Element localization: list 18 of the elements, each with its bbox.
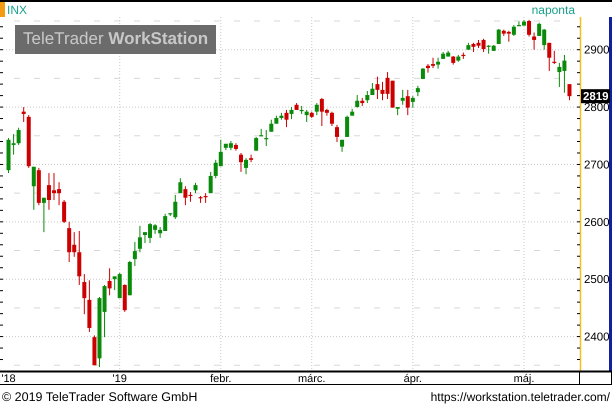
y-axis-label: 2900: [584, 44, 610, 57]
symbol-label: INX: [7, 2, 28, 16]
url-link[interactable]: https://workstation.teletrader.com/: [430, 390, 610, 404]
y-axis-label: 2800: [584, 102, 610, 114]
x-axis-label: márc.: [298, 373, 326, 385]
symbol-marker: [0, 2, 5, 17]
copyright-text: © 2019 TeleTrader Software GmbH: [2, 390, 198, 404]
logo: TeleTrader WorkStation: [15, 25, 216, 54]
x-axis-label: máj.: [514, 373, 534, 385]
x-axis-label: '19: [112, 373, 127, 385]
y-axis-label: 2500: [584, 274, 610, 286]
x-axis-label: '18: [1, 373, 16, 385]
last-price-tag: 2819: [581, 89, 610, 104]
y-axis-label: 2600: [584, 216, 610, 229]
y-axis-label: 2400: [584, 332, 610, 344]
y-axis-label: 2700: [584, 159, 610, 172]
x-axis-label: febr.: [210, 373, 232, 385]
x-axis-label: ápr.: [404, 373, 422, 385]
